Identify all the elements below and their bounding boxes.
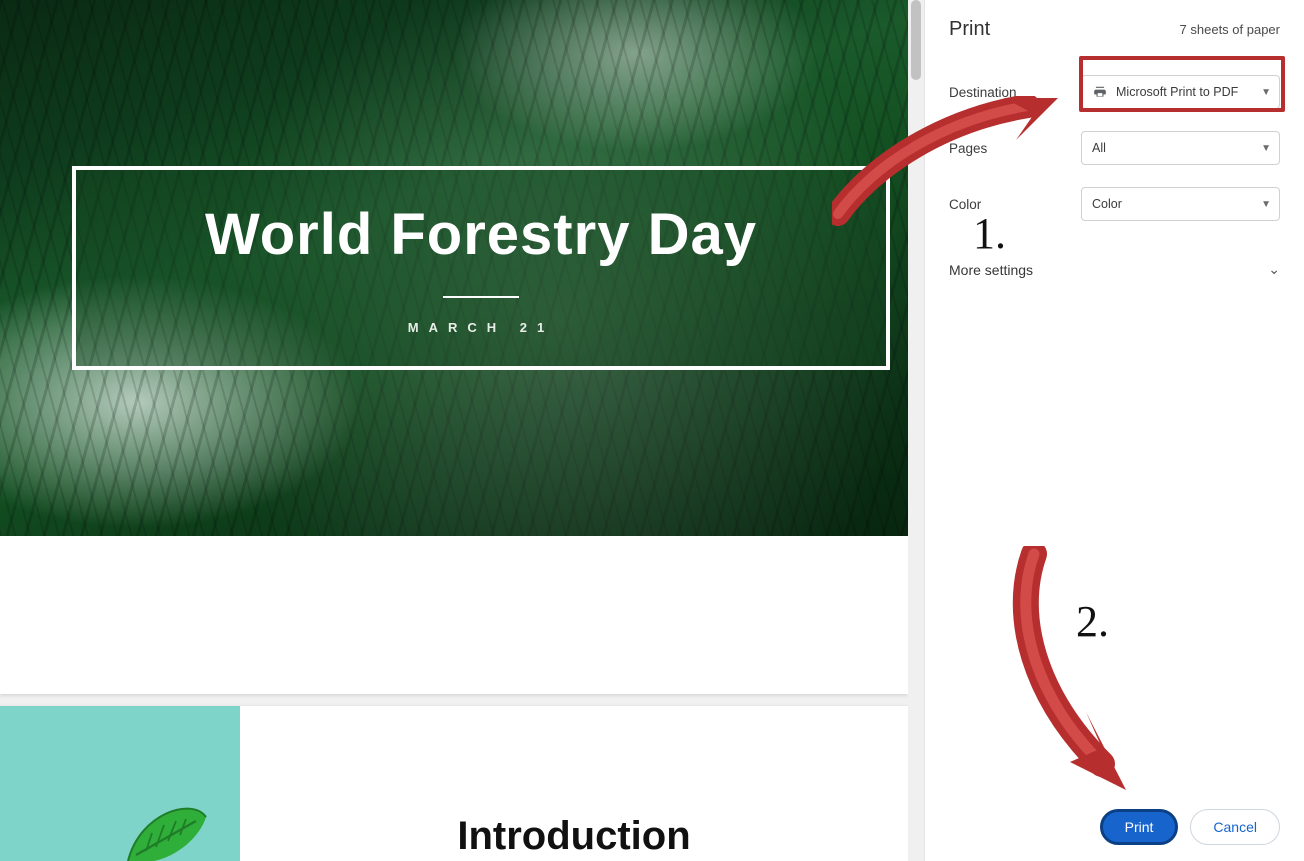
color-select[interactable]: Color ▼ bbox=[1081, 187, 1280, 221]
print-button[interactable]: Print bbox=[1100, 809, 1179, 845]
hero-date: MARCH 21 bbox=[408, 320, 554, 335]
destination-label: Destination bbox=[949, 85, 1081, 100]
destination-value: Microsoft Print to PDF bbox=[1116, 85, 1238, 99]
annotation-number-2: 2. bbox=[1076, 596, 1109, 647]
chevron-down-icon: ▼ bbox=[1261, 87, 1271, 98]
hero-title: World Forestry Day bbox=[205, 201, 757, 268]
cancel-button-label: Cancel bbox=[1213, 819, 1257, 835]
pages-value: All bbox=[1092, 141, 1106, 155]
scrollbar-thumb[interactable] bbox=[911, 0, 921, 80]
pages-label: Pages bbox=[949, 141, 1081, 156]
preview-page-1: World Forestry Day MARCH 21 bbox=[0, 0, 908, 694]
color-value: Color bbox=[1092, 197, 1122, 211]
leaf-icon bbox=[122, 803, 208, 861]
printer-icon bbox=[1092, 85, 1108, 99]
panel-title: Print bbox=[949, 18, 990, 41]
chevron-down-icon: ▼ bbox=[1261, 143, 1271, 154]
cancel-button[interactable]: Cancel bbox=[1190, 809, 1280, 845]
hero-divider bbox=[443, 296, 519, 298]
annotation-number-1: 1. bbox=[973, 208, 1006, 259]
more-settings-label: More settings bbox=[949, 262, 1033, 278]
print-panel: Print 7 sheets of paper Destination Micr… bbox=[924, 0, 1304, 861]
pages-select[interactable]: All ▼ bbox=[1081, 131, 1280, 165]
preview-scrollbar[interactable] bbox=[908, 0, 924, 861]
sheet-count: 7 sheets of paper bbox=[1180, 22, 1280, 37]
preview-page-2: Introduction bbox=[0, 706, 908, 861]
print-preview-pane: World Forestry Day MARCH 21 bbox=[0, 0, 924, 861]
chevron-down-icon: ⌄ bbox=[1268, 261, 1280, 278]
print-button-label: Print bbox=[1125, 819, 1154, 835]
color-label: Color bbox=[949, 197, 1081, 212]
more-settings-toggle[interactable]: More settings ⌄ bbox=[949, 257, 1280, 282]
intro-title: Introduction bbox=[457, 814, 690, 859]
destination-select[interactable]: Microsoft Print to PDF ▼ bbox=[1081, 75, 1280, 109]
chevron-down-icon: ▼ bbox=[1261, 199, 1271, 210]
